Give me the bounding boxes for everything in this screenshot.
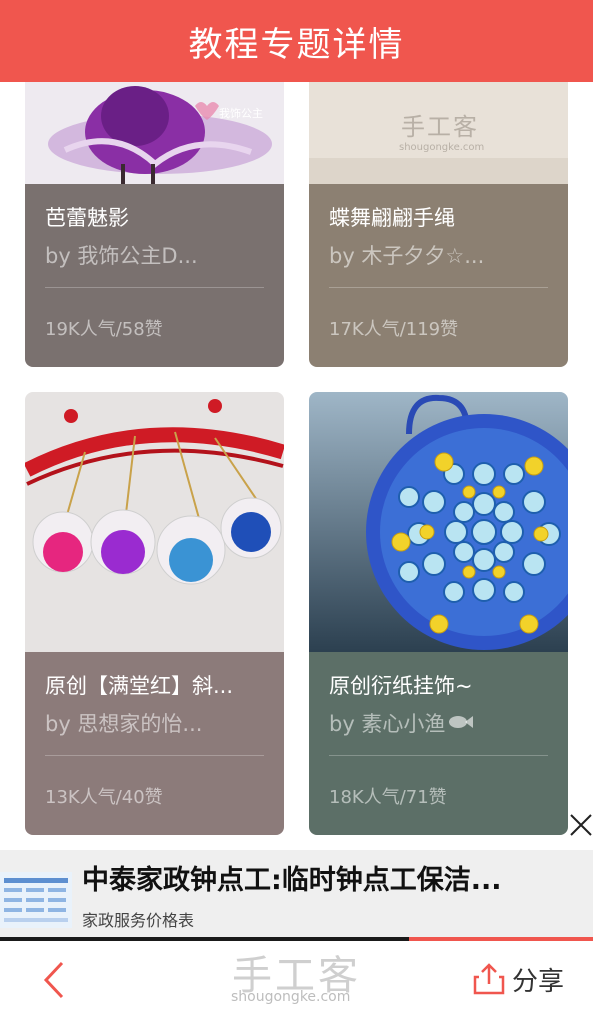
- card-info: 蝶舞翩翩手绳 by 木子夕夕☆... 17K人气/119赞: [309, 184, 568, 367]
- share-button[interactable]: 分享: [472, 959, 578, 999]
- tutorial-photo: [309, 392, 568, 652]
- tutorial-photo: 手工客 shougongke.com: [309, 82, 568, 184]
- card-title: 芭蕾魅影: [45, 206, 129, 230]
- back-button[interactable]: [36, 957, 76, 1003]
- card-title: 蝶舞翩翩手绳: [329, 206, 455, 230]
- card-divider: [45, 287, 264, 288]
- ad-subtitle: 家政服务价格表: [82, 911, 195, 930]
- card-author: by 我饰公主D...: [45, 244, 198, 268]
- page-title: 教程专题详情: [188, 24, 405, 65]
- author-name: by 素心小渔: [329, 712, 446, 736]
- bottom-toolbar: 手工客 shougongke.com 分享: [0, 941, 593, 1017]
- tutorial-card[interactable]: 手工客 shougongke.com 蝶舞翩翩手绳 by 木子夕夕☆... 17…: [309, 82, 568, 367]
- card-title: 原创【满堂红】斜...: [45, 674, 234, 698]
- card-author: by 思想家的怡...: [45, 712, 203, 736]
- tutorial-card[interactable]: 我饰公主 芭蕾魅影 by 我饰公主D... 19K人气/58赞: [25, 82, 284, 367]
- app-header: 教程专题详情: [0, 0, 593, 82]
- share-label: 分享: [512, 966, 565, 997]
- card-divider: [329, 287, 548, 288]
- card-stats: 18K人气/71赞: [329, 787, 447, 808]
- ad-banner[interactable]: 中泰家政钟点工:临时钟点工保洁... 家政服务价格表: [0, 850, 593, 937]
- chevron-left-icon: [43, 961, 64, 999]
- card-info: 芭蕾魅影 by 我饰公主D... 19K人气/58赞: [25, 184, 284, 367]
- tutorial-photo: 我饰公主: [25, 82, 284, 184]
- card-author: by 木子夕夕☆...: [329, 244, 485, 268]
- tutorial-card[interactable]: 原创衍纸挂饰~ by 素心小渔 18K人气/71赞: [309, 392, 568, 835]
- card-divider: [45, 755, 264, 756]
- card-stats: 19K人气/58赞: [45, 319, 163, 340]
- photo-watermark: 我饰公主: [219, 107, 263, 120]
- tutorial-grid: 我饰公主 芭蕾魅影 by 我饰公主D... 19K人气/58赞 手工客 shou…: [0, 82, 593, 850]
- fish-emoji-icon: [447, 711, 474, 735]
- tutorial-card[interactable]: 原创【满堂红】斜... by 思想家的怡... 13K人气/40赞: [25, 392, 284, 835]
- photo-watermark: 手工客: [401, 113, 479, 141]
- card-stats: 13K人气/40赞: [45, 787, 163, 808]
- ad-thumbnail: [0, 872, 72, 928]
- card-stats: 17K人气/119赞: [329, 319, 459, 340]
- card-info: 原创【满堂红】斜... by 思想家的怡... 13K人气/40赞: [25, 652, 284, 835]
- share-icon: [473, 963, 505, 995]
- card-title: 原创衍纸挂饰~: [329, 674, 473, 698]
- photo-watermark-url: shougongke.com: [399, 142, 485, 153]
- card-divider: [329, 755, 548, 756]
- card-info: 原创衍纸挂饰~ by 素心小渔 18K人气/71赞: [309, 652, 568, 835]
- ad-title: 中泰家政钟点工:临时钟点工保洁...: [82, 865, 502, 896]
- close-icon[interactable]: [569, 813, 593, 837]
- tutorial-photo: [25, 392, 284, 652]
- brand-url: shougongke.com: [231, 989, 351, 1005]
- card-author: by 素心小渔: [329, 708, 554, 738]
